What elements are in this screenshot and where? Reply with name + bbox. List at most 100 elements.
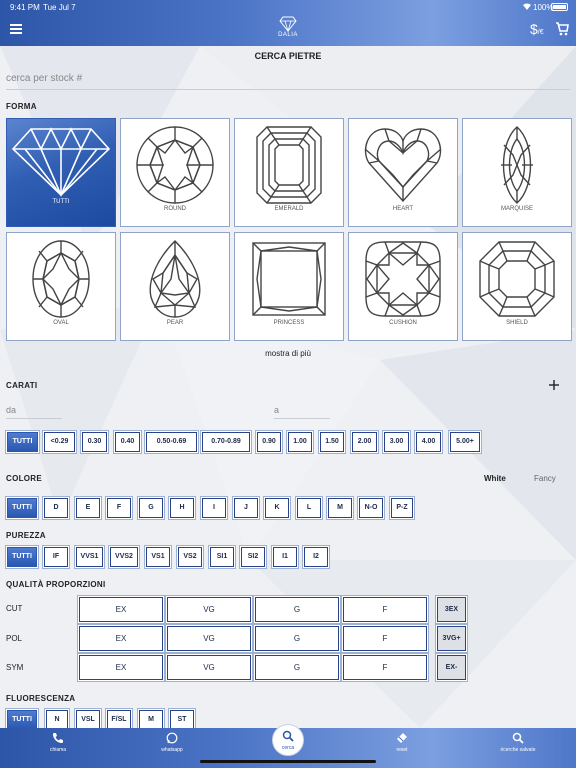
fluorescence-chip[interactable]: VSL xyxy=(76,710,100,730)
tab-search[interactable]: cerca xyxy=(272,724,304,756)
color-chip[interactable]: E xyxy=(76,498,100,518)
color-chip[interactable]: J xyxy=(234,498,258,518)
tab-whatsapp[interactable]: whatsapp xyxy=(132,732,212,753)
clarity-chip[interactable]: I2 xyxy=(304,547,328,567)
tab-label: whatsapp xyxy=(161,747,183,753)
home-indicator xyxy=(200,760,376,763)
symmetry-grade-cell[interactable]: EX xyxy=(79,655,163,680)
color-chip[interactable]: N-O xyxy=(359,498,383,518)
shape-shield[interactable]: SHIELD xyxy=(462,232,572,341)
shape-round[interactable]: ROUND xyxy=(120,118,230,227)
clarity-chip-all[interactable]: TUTTI xyxy=(7,547,37,567)
shape-princess[interactable]: PRINCESS xyxy=(234,232,344,341)
clarity-chip[interactable]: VS2 xyxy=(178,547,202,567)
shape-label: HEART xyxy=(392,206,414,212)
fluorescence-chip[interactable]: N xyxy=(46,710,68,730)
color-chip[interactable]: K xyxy=(265,498,289,518)
shape-label: EMERALD xyxy=(274,206,304,212)
fluorescence-chip[interactable]: ST xyxy=(170,710,194,730)
clarity-chip[interactable]: VVS2 xyxy=(110,547,138,567)
carat-chip[interactable]: 0.70-0.89 xyxy=(202,432,250,452)
page-title: CERCA PIETRE xyxy=(254,51,322,61)
carat-section-title: CARATI xyxy=(6,381,38,390)
cart-icon[interactable] xyxy=(555,22,569,36)
polish-grade-cell[interactable]: F xyxy=(343,626,427,651)
clarity-chip[interactable]: SI2 xyxy=(241,547,265,567)
symmetry-grade-cell[interactable]: VG xyxy=(167,655,251,680)
carat-chip[interactable]: 4.00 xyxy=(416,432,441,452)
preset-3ex-button[interactable]: 3EX xyxy=(437,597,466,622)
show-more-shapes-link[interactable]: mostra di più xyxy=(0,349,576,358)
preset-3vg-button[interactable]: 3VG+ xyxy=(437,626,466,651)
color-chip[interactable]: G xyxy=(139,498,163,518)
shape-heart[interactable]: HEART xyxy=(348,118,458,227)
clarity-chip[interactable]: VVS1 xyxy=(76,547,103,567)
shape-tutti[interactable]: TUTTI xyxy=(6,118,116,227)
currency-switch-button[interactable]: $/€ xyxy=(530,21,544,37)
clarity-chip[interactable]: SI1 xyxy=(210,547,234,567)
clarity-chip[interactable]: IF xyxy=(44,547,68,567)
carat-chip[interactable]: 0.30 xyxy=(82,432,107,452)
tab-reset[interactable]: reset xyxy=(362,732,442,753)
carat-chip[interactable]: 1.00 xyxy=(288,432,312,452)
pear-cut-icon xyxy=(149,240,201,318)
shape-emerald[interactable]: EMERALD xyxy=(234,118,344,227)
cut-grade-cell[interactable]: F xyxy=(343,597,427,622)
shape-label: TUTTI xyxy=(52,199,70,205)
fluorescence-chip[interactable]: M xyxy=(139,710,163,730)
carat-to-input[interactable] xyxy=(274,401,330,419)
cut-grade-cell[interactable]: VG xyxy=(167,597,251,622)
shape-oval[interactable]: OVAL xyxy=(6,232,116,341)
currency-secondary: /€ xyxy=(537,29,544,36)
cut-grade-cell[interactable]: G xyxy=(255,597,339,622)
shape-label: PEAR xyxy=(166,320,184,326)
color-chip[interactable]: H xyxy=(170,498,194,518)
polish-grade-cell[interactable]: EX xyxy=(79,626,163,651)
carat-chip[interactable]: 2.00 xyxy=(352,432,377,452)
carat-chip[interactable]: <0.29 xyxy=(44,432,75,452)
stock-search-input[interactable] xyxy=(6,68,570,90)
carat-chip[interactable]: 5.00+ xyxy=(450,432,480,452)
tab-saved-searches[interactable]: ricerche salvate xyxy=(478,732,558,753)
shape-marquise[interactable]: MARQUISE xyxy=(462,118,572,227)
color-chip[interactable]: I xyxy=(202,498,226,518)
polish-grade-cell[interactable]: G xyxy=(255,626,339,651)
color-fancy-toggle[interactable]: Fancy xyxy=(534,474,556,483)
fluorescence-chip[interactable]: F/SL xyxy=(107,710,131,730)
hamburger-menu-icon[interactable] xyxy=(10,24,22,34)
oval-cut-icon xyxy=(32,240,90,318)
shape-label: SHIELD xyxy=(506,320,528,326)
color-chip[interactable]: F xyxy=(107,498,131,518)
color-chip[interactable]: D xyxy=(44,498,68,518)
clarity-chip[interactable]: VS1 xyxy=(146,547,170,567)
shape-cushion[interactable]: CUSHION xyxy=(348,232,458,341)
color-white-toggle[interactable]: White xyxy=(484,474,506,483)
fluorescence-chip-all[interactable]: TUTTI xyxy=(7,710,37,730)
clarity-chip[interactable]: I1 xyxy=(273,547,297,567)
carat-chip-all[interactable]: TUTTI xyxy=(7,432,38,452)
cut-grade-cell[interactable]: EX xyxy=(79,597,163,622)
color-chip[interactable]: M xyxy=(328,498,352,518)
carat-from-input[interactable] xyxy=(6,401,62,419)
shield-cut-icon xyxy=(479,241,555,317)
polish-row-label: POL xyxy=(6,634,23,643)
preset-ex-minus-button[interactable]: EX- xyxy=(437,655,466,680)
carat-chip[interactable]: 0.40 xyxy=(115,432,140,452)
polish-grade-cell[interactable]: VG xyxy=(167,626,251,651)
carat-chip[interactable]: 3.00 xyxy=(384,432,409,452)
logo-diamond-icon xyxy=(279,16,297,32)
carat-chip[interactable]: 0.50-0.69 xyxy=(146,432,197,452)
currency-symbol: $ xyxy=(530,21,538,37)
symmetry-grade-cell[interactable]: G xyxy=(255,655,339,680)
color-chip-all[interactable]: TUTTI xyxy=(7,498,37,518)
carat-chip[interactable]: 0.90 xyxy=(257,432,281,452)
shape-pear[interactable]: PEAR xyxy=(120,232,230,341)
symmetry-grade-cell[interactable]: F xyxy=(343,655,427,680)
plus-icon[interactable] xyxy=(548,379,560,391)
tab-call[interactable]: chiama xyxy=(18,732,98,753)
color-chip[interactable]: P-Z xyxy=(391,498,413,518)
round-cut-icon xyxy=(136,126,214,204)
carat-chip[interactable]: 1.50 xyxy=(320,432,344,452)
princess-cut-icon xyxy=(252,242,326,316)
color-chip[interactable]: L xyxy=(297,498,321,518)
